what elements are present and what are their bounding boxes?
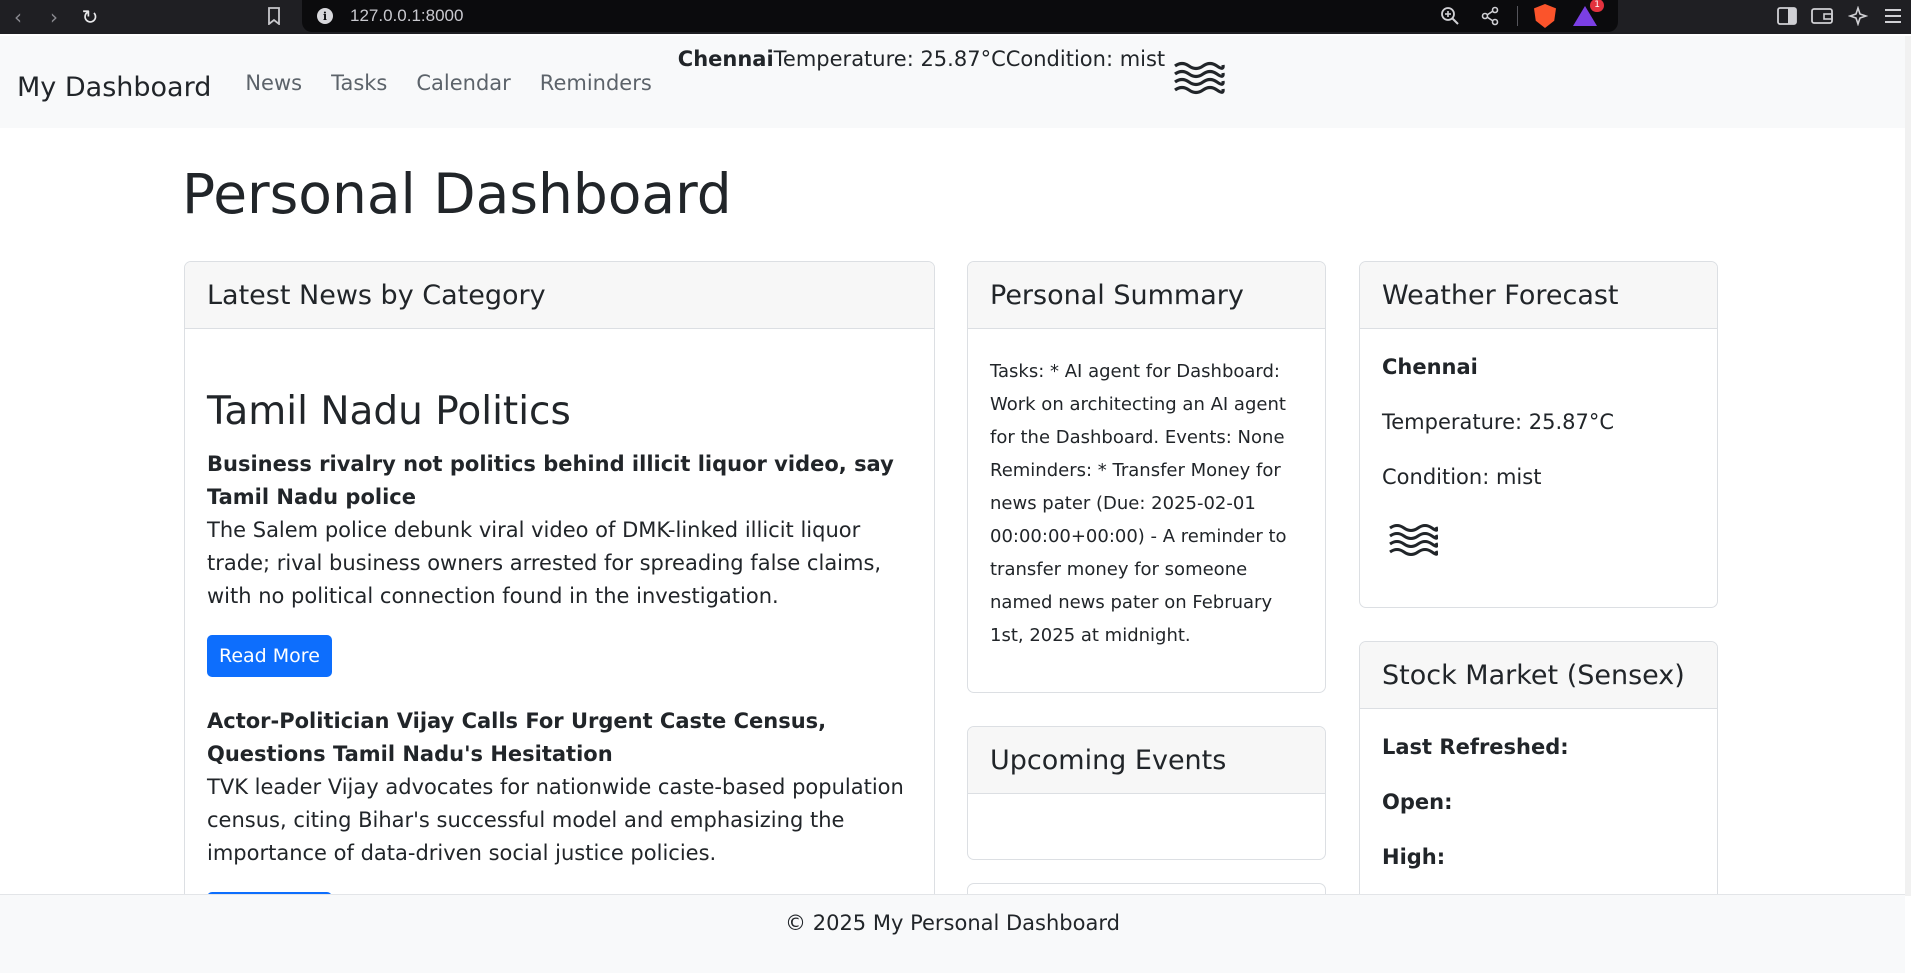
leo-ai-icon[interactable] — [1845, 3, 1871, 29]
brave-shield-icon[interactable] — [1532, 3, 1558, 29]
stock-last-refreshed: Last Refreshed: — [1382, 735, 1569, 759]
personal-summary-card: Personal Summary Tasks: * AI agent for D… — [967, 261, 1326, 693]
news-card-header: Latest News by Category — [185, 262, 934, 329]
weather-temperature: Temperature: 25.87°C — [1382, 410, 1615, 434]
news-item: Actor-Politician Vijay Calls For Urgent … — [207, 705, 912, 900]
stock-market-card: Stock Market (Sensex) Last Refreshed: Op… — [1359, 641, 1718, 923]
bookmark-icon[interactable] — [262, 0, 286, 32]
events-card-body — [968, 794, 1325, 838]
upcoming-events-card: Upcoming Events — [967, 726, 1326, 860]
weather-forecast-card: Weather Forecast Chennai Temperature: 25… — [1359, 261, 1718, 608]
wallet-icon[interactable] — [1809, 3, 1835, 29]
news-item-title: Business rivalry not politics behind ill… — [207, 452, 894, 509]
events-card-header: Upcoming Events — [968, 727, 1325, 794]
sidebar-icon[interactable] — [1774, 3, 1800, 29]
nav-link-tasks[interactable]: Tasks — [331, 71, 387, 95]
summary-text: Tasks: * AI agent for Dashboard: Work on… — [990, 361, 1287, 646]
weather-city: Chennai — [1382, 355, 1478, 379]
navbar-weather: Chennai Temperature: 25.87°C Condition: … — [678, 47, 1225, 100]
zoom-icon[interactable] — [1437, 3, 1463, 29]
footer-text: © 2025 My Personal Dashboard — [785, 911, 1120, 935]
menu-icon[interactable] — [1880, 3, 1906, 29]
url-text[interactable]: 127.0.0.1:8000 — [350, 6, 463, 26]
brand-link[interactable]: My Dashboard — [17, 72, 211, 103]
top-navbar: My Dashboard News Tasks Calendar Reminde… — [0, 36, 1905, 128]
reload-icon[interactable]: ↻ — [72, 0, 108, 34]
page-title: Personal Dashboard — [182, 162, 732, 226]
stock-high: High: — [1382, 845, 1446, 869]
navbar-weather-temp: Temperature: 25.87°C — [773, 46, 1006, 71]
site-info-icon[interactable]: i — [312, 0, 338, 32]
summary-card-header: Personal Summary — [968, 262, 1325, 329]
brave-rewards-icon[interactable]: 1 — [1572, 0, 1604, 29]
news-item-title: Actor-Politician Vijay Calls For Urgent … — [207, 709, 827, 766]
weather-condition: Condition: mist — [1382, 465, 1542, 489]
stock-open: Open: — [1382, 790, 1453, 814]
weather-card-header: Weather Forecast — [1360, 262, 1717, 329]
mist-icon — [1388, 523, 1695, 561]
address-bar[interactable]: i 127.0.0.1:8000 1 — [268, 0, 1618, 32]
page-footer: © 2025 My Personal Dashboard — [0, 894, 1905, 973]
back-icon[interactable]: ‹ — [0, 0, 36, 34]
news-category-title: Tamil Nadu Politics — [207, 389, 571, 434]
news-card: Latest News by Category Tamil Nadu Polit… — [184, 261, 935, 901]
navbar-weather-condition: Condition: mist — [1005, 46, 1166, 71]
news-item-description: TVK leader Vijay advocates for nationwid… — [207, 775, 904, 865]
browser-toolbar: ‹ › ↻ i 127.0.0.1:8000 1 — [0, 0, 1911, 34]
nav-link-news[interactable]: News — [245, 71, 302, 95]
mist-icon — [1173, 61, 1225, 100]
forward-icon[interactable]: › — [36, 0, 72, 34]
toolbar-divider — [1517, 6, 1518, 26]
nav-link-calendar[interactable]: Calendar — [416, 71, 510, 95]
read-more-button[interactable]: Read More — [207, 635, 332, 677]
rewards-badge: 1 — [1590, 0, 1604, 12]
news-item: Business rivalry not politics behind ill… — [207, 448, 912, 677]
nav-link-reminders[interactable]: Reminders — [540, 71, 652, 95]
news-item-description: The Salem police debunk viral video of D… — [207, 518, 882, 608]
stock-card-header: Stock Market (Sensex) — [1360, 642, 1717, 709]
share-icon[interactable] — [1477, 3, 1503, 29]
navbar-weather-city: Chennai — [677, 46, 774, 71]
page-scrollbar[interactable] — [1905, 36, 1911, 896]
